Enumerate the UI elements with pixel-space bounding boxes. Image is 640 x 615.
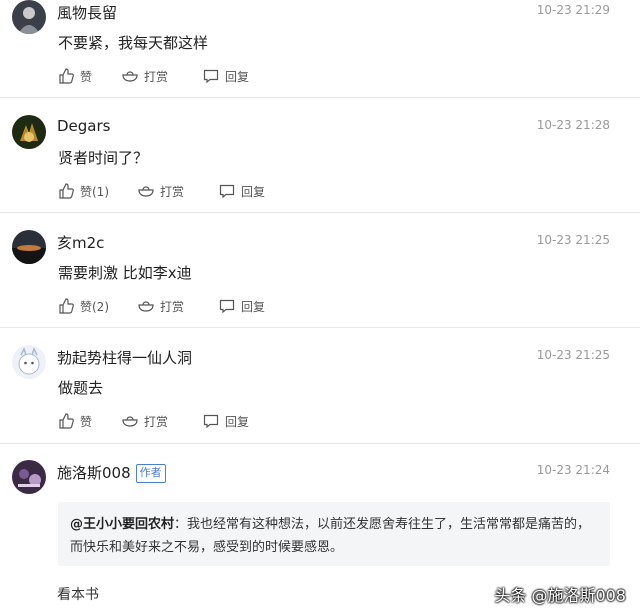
like-label: 赞(2) (80, 299, 109, 314)
like-label: 赞 (80, 414, 93, 429)
timestamp: 10-23 21:29 (536, 3, 610, 17)
divider (0, 327, 640, 328)
reply-button[interactable]: 回复 (203, 68, 249, 84)
tip-button[interactable]: 打赏 (138, 183, 184, 199)
reply-button[interactable]: 回复 (203, 413, 249, 429)
username[interactable]: 施洛斯008 作者 (57, 462, 166, 483)
quote-text-block: @王小小要回农村：我也经常有这种想法，以前还发愿舍寿往生了，生活常常都是痛苦的，… (70, 513, 600, 559)
author-badge: 作者 (135, 464, 166, 483)
comment-text: 做题去 (58, 379, 104, 397)
tip-label: 打赏 (160, 184, 185, 199)
reply-button[interactable]: 回复 (219, 183, 265, 199)
avatar[interactable] (12, 0, 46, 34)
like-label: 赞 (80, 69, 93, 84)
bowl-icon (138, 186, 154, 197)
avatar[interactable] (12, 460, 46, 494)
comment-item: Degars 10-23 21:28 贤者时间了？ 赞(1) 打赏 回复 (0, 115, 640, 211)
comment-text: 需要刺激 比如李x迪 (58, 264, 192, 282)
username[interactable]: 風物長留 (57, 2, 117, 23)
tip-button[interactable]: 打赏 (138, 298, 184, 314)
tip-button[interactable]: 打赏 (122, 68, 168, 84)
like-button[interactable]: 赞 (58, 413, 92, 429)
comment-item: 勃起势柱得一仙人洞 10-23 21:25 做题去 赞 打赏 回复 (0, 345, 640, 441)
timestamp: 10-23 21:24 (536, 463, 610, 477)
reply-label: 回复 (225, 69, 250, 84)
reply-bubble-icon (219, 184, 235, 199)
thumbs-up-icon (59, 413, 74, 429)
comment-item: 施洛斯008 作者 10-23 21:24 (0, 460, 640, 500)
quote-separator: ： (174, 517, 188, 532)
watermark: 头条 @施洛斯008 (494, 586, 626, 605)
thumbs-up-icon (59, 183, 74, 199)
reply-button[interactable]: 回复 (219, 298, 265, 314)
quote-user[interactable]: @王小小要回农村 (70, 517, 174, 532)
reply-bubble-icon (203, 69, 219, 84)
tip-label: 打赏 (144, 414, 169, 429)
avatar[interactable] (12, 115, 46, 149)
reply-label: 回复 (241, 299, 266, 314)
like-button[interactable]: 赞 (58, 68, 92, 84)
divider (0, 97, 640, 98)
comment-text: 不要紧，我每天都这样 (58, 34, 209, 52)
divider (0, 212, 640, 213)
reply-label: 回复 (225, 414, 250, 429)
thumbs-up-icon (59, 298, 74, 314)
username[interactable]: 勃起势柱得一仙人洞 (57, 347, 192, 368)
bowl-icon (122, 416, 138, 427)
bowl-icon (122, 71, 138, 82)
username-text: 施洛斯008 (57, 464, 131, 482)
timestamp: 10-23 21:25 (536, 348, 610, 362)
bowl-icon (138, 301, 154, 312)
like-button[interactable]: 赞(2) (58, 298, 109, 314)
like-label: 赞(1) (80, 184, 109, 199)
comment-item: 風物長留 10-23 21:29 不要紧，我每天都这样 赞 打赏 回复 (0, 0, 640, 96)
username[interactable]: Degars (57, 117, 110, 135)
thumbs-up-icon (59, 68, 74, 84)
tip-label: 打赏 (160, 299, 185, 314)
more-link[interactable]: 看本书 (57, 584, 99, 604)
divider (0, 443, 640, 444)
like-button[interactable]: 赞(1) (58, 183, 109, 199)
reply-bubble-icon (219, 299, 235, 314)
username[interactable]: 亥m2c (57, 232, 104, 253)
timestamp: 10-23 21:25 (536, 233, 610, 247)
avatar[interactable] (12, 345, 46, 379)
comment-text: 贤者时间了？ (58, 149, 149, 167)
timestamp: 10-23 21:28 (536, 118, 610, 132)
tip-label: 打赏 (144, 69, 169, 84)
quoted-reply: @王小小要回农村：我也经常有这种想法，以前还发愿舍寿往生了，生活常常都是痛苦的，… (58, 502, 610, 566)
avatar[interactable] (12, 230, 46, 264)
reply-label: 回复 (241, 184, 266, 199)
comment-item: 亥m2c 10-23 21:25 需要刺激 比如李x迪 赞(2) 打赏 回复 (0, 230, 640, 326)
tip-button[interactable]: 打赏 (122, 413, 168, 429)
reply-bubble-icon (203, 414, 219, 429)
